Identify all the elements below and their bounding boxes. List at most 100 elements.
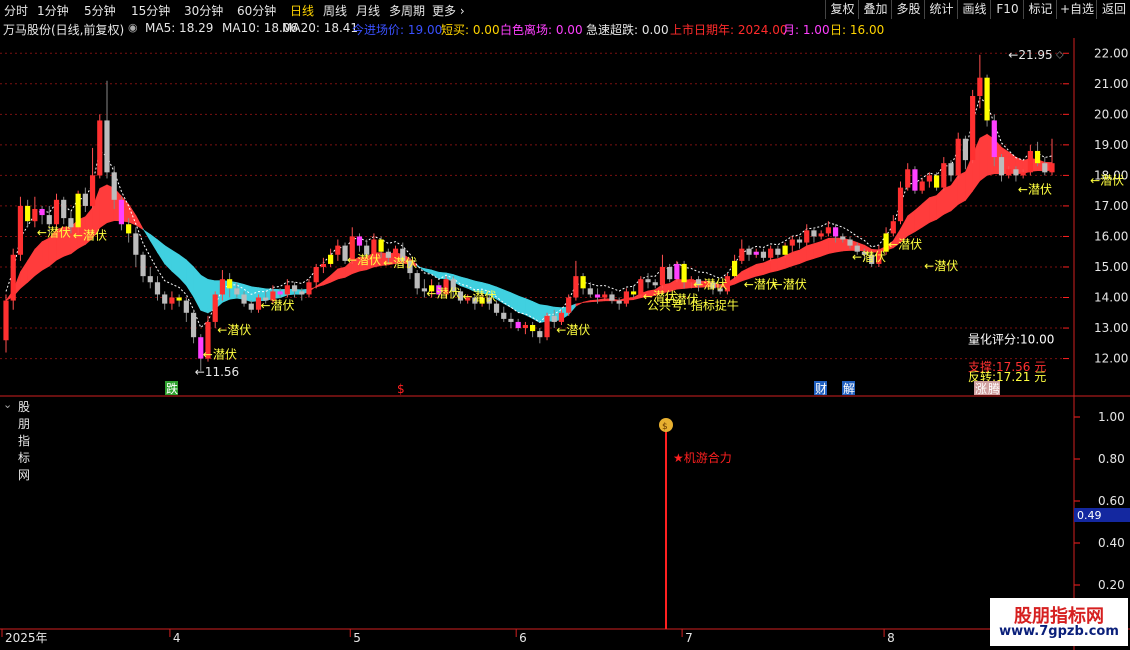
trend-band-segment (460, 276, 468, 289)
candle-body (551, 315, 557, 322)
date-label: 5 (353, 631, 361, 645)
price-tick-label: 19.00 (1094, 138, 1128, 152)
trend-band-segment (503, 289, 512, 309)
trend-band-segment (193, 266, 202, 311)
candle-body (818, 233, 824, 237)
candle-body (912, 169, 918, 191)
trend-band-segment (200, 274, 209, 314)
trend-band-segment (337, 266, 346, 280)
qianfu-label-0: ←潜伏 (37, 225, 71, 239)
candle-body (1049, 163, 1055, 173)
event-marker-teng: 腾 (987, 381, 1000, 396)
candle-body (970, 96, 976, 161)
candle-body (104, 120, 110, 173)
candle-body (313, 266, 319, 283)
toolbar-button-1[interactable]: 叠加 (858, 0, 892, 19)
indicator-tick-label: 0.80 (1098, 452, 1125, 466)
trend-band-segment (799, 245, 808, 265)
candle-body (667, 266, 673, 280)
candle-body (53, 199, 60, 225)
candle-body (768, 248, 774, 258)
indicator-chart[interactable]: 0.20 0.40 0.60 0.80 1.00 $ ★机游合力 0.49 2025年 4 5 6 7 8… (0, 397, 1130, 650)
toolbar-button-6[interactable]: 标记 (1023, 0, 1057, 19)
trend-band-segment (178, 254, 187, 287)
toolbar-button-5[interactable]: F10 (990, 0, 1024, 19)
trend-band-segment (330, 268, 339, 283)
candle-body (977, 77, 983, 97)
period-tab-7[interactable]: 周线 (323, 2, 347, 19)
candle-body (291, 285, 298, 292)
period-toolbar: 分时 1分钟 5分钟 15分钟 30分钟 60分钟 日线 周线 月线 多周期 更多 › 返回 +自选 标记… (0, 0, 1130, 19)
trend-band-segment (582, 300, 591, 303)
period-tab-2[interactable]: 5分钟 (84, 2, 116, 19)
period-tab-10[interactable]: 更多 › (432, 2, 465, 19)
trend-band-segment (828, 237, 836, 255)
period-tab-9[interactable]: 多周期 (389, 2, 425, 19)
period-tab-6[interactable]: 日线 (290, 2, 314, 19)
candle-body (775, 248, 781, 255)
candle-body (493, 303, 500, 313)
qianfu-label-14: ←潜伏 (773, 277, 807, 291)
period-tab-3[interactable]: 15分钟 (131, 2, 170, 19)
period-tab-0[interactable]: 分时 (4, 2, 28, 19)
qianfu-label-2: ←潜伏 (217, 323, 251, 337)
trend-band-segment (590, 299, 598, 303)
period-tab-8[interactable]: 月线 (356, 2, 380, 19)
candle-body (544, 315, 550, 338)
candle-body (962, 138, 969, 161)
collapse-chevron-icon[interactable]: ⌄ (3, 398, 12, 411)
date-label: 8 (887, 631, 895, 645)
candle-body (753, 251, 759, 255)
candle-body (609, 294, 615, 301)
candle-body (234, 288, 240, 295)
qianfu-label-4: ←潜伏 (260, 299, 294, 313)
event-marker-text: 解 (843, 382, 855, 396)
qianfu-label-15: ←潜伏 (852, 250, 886, 264)
candle-body (674, 263, 680, 280)
price-tick-label: 15.00 (1094, 260, 1128, 274)
diamond-icon: ◇ (1056, 49, 1064, 60)
trend-band-segment (755, 262, 764, 277)
settings-circle-icon[interactable]: ◉ (128, 21, 138, 34)
toolbar-button-8[interactable]: 返回 (1096, 0, 1130, 19)
price-tick-label: 16.00 (1094, 229, 1128, 243)
trend-band-segment (171, 249, 180, 279)
event-marker-dollar: $ (396, 381, 409, 396)
trend-band-segment (914, 203, 923, 233)
candle-body (89, 175, 96, 206)
trend-band-segment (770, 258, 779, 273)
trend-band-segment (186, 259, 194, 298)
event-marker-text: 腾 (988, 381, 1000, 396)
toolbar-button-0[interactable]: 复权 (825, 0, 859, 19)
candle-body (277, 291, 283, 295)
price-chart[interactable]: 12.0013.0014.0015.0016.0017.0018.0019.00… (0, 38, 1130, 398)
trend-band-segment (157, 239, 166, 265)
event-marker-text: 跌 (166, 381, 178, 396)
toolbar-button-2[interactable]: 多股 (891, 0, 925, 19)
candle-body (1027, 150, 1033, 173)
toolbar-button-4[interactable]: 画线 (957, 0, 991, 19)
candle-body (248, 303, 254, 310)
trend-band-segment (142, 227, 151, 242)
candle-body (760, 251, 767, 258)
indicator-tick-label: 0.20 (1098, 578, 1125, 592)
short-buy-value: 短买: 0.00 (441, 23, 500, 37)
period-tab-5[interactable]: 60分钟 (237, 2, 276, 19)
candle-body (832, 227, 839, 237)
date-label: 2025年 (5, 631, 48, 645)
trend-band-segment (27, 248, 36, 283)
candle-body (82, 193, 88, 206)
candle-body (796, 239, 803, 243)
period-tab-1[interactable]: 1分钟 (37, 2, 69, 19)
toolbar-button-7[interactable]: +自选 (1056, 0, 1097, 19)
indicator-tick-label: 0.40 (1098, 536, 1125, 550)
trend-band-segment (806, 243, 815, 262)
toolbar-button-3[interactable]: 统计 (924, 0, 958, 19)
candle-body (933, 175, 940, 188)
trend-band-segment (99, 184, 108, 229)
candle-body (212, 294, 218, 322)
trend-dotted-line (5, 96, 1053, 329)
period-tab-4[interactable]: 30分钟 (184, 2, 223, 19)
price-tick-label: 20.00 (1094, 107, 1128, 121)
qianfu-label-3: ←潜伏 (203, 348, 237, 362)
